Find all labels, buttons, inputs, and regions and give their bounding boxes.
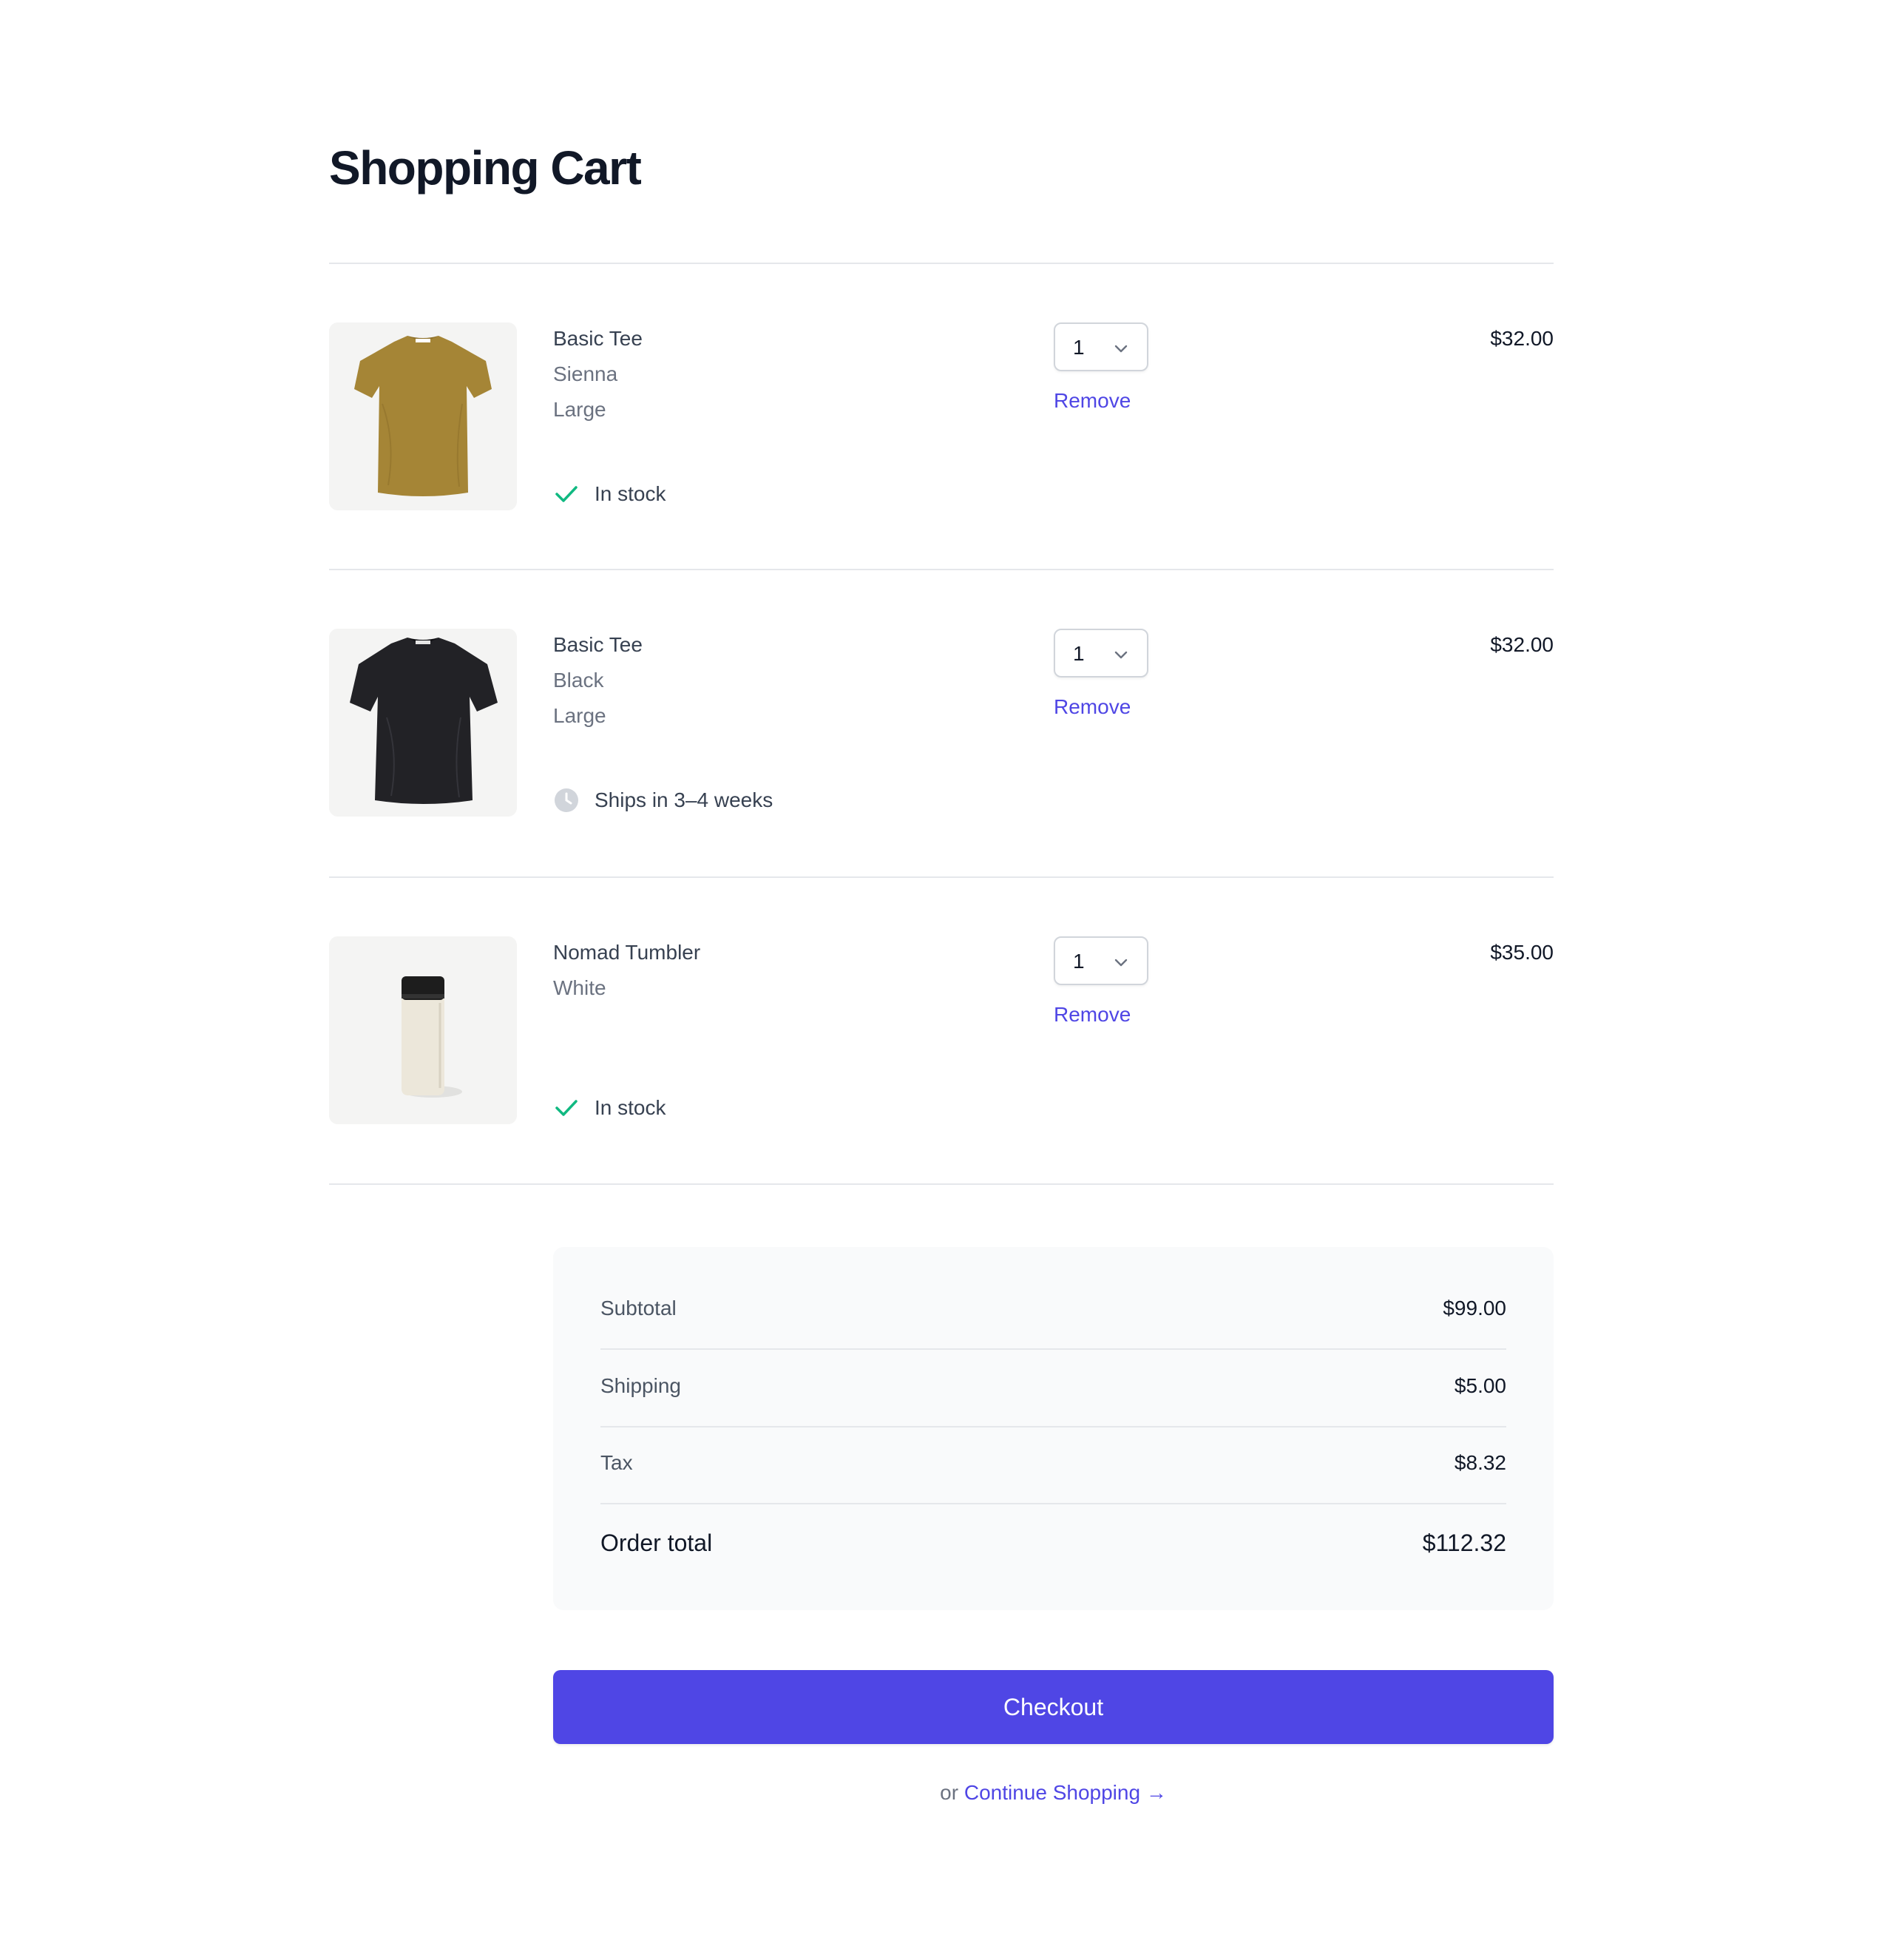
- quantity-value: 1: [1073, 950, 1085, 973]
- tumbler-white-image: [329, 936, 517, 1124]
- tshirt-black-image: [329, 629, 517, 817]
- divider: [329, 569, 1554, 570]
- summary-divider: [600, 1348, 1506, 1350]
- stock-status: In stock: [553, 479, 666, 509]
- tax-value: $8.32: [1454, 1451, 1506, 1474]
- page-title: Shopping Cart: [329, 141, 642, 195]
- product-name: Nomad Tumbler: [553, 941, 701, 964]
- chevron-down-icon: [1113, 340, 1129, 356]
- product-image: [329, 936, 517, 1124]
- continue-shopping: or Continue Shopping →: [553, 1778, 1554, 1808]
- divider: [329, 1183, 1554, 1185]
- order-summary: Subtotal $99.00 Shipping $5.00 Tax $8.32…: [553, 1247, 1554, 1610]
- stock-status: In stock: [553, 1093, 666, 1123]
- subtotal-value: $99.00: [1443, 1297, 1506, 1319]
- quantity-select[interactable]: 1: [1054, 322, 1148, 371]
- checkout-button[interactable]: Checkout: [553, 1670, 1554, 1744]
- subtotal-row: Subtotal $99.00: [600, 1294, 1506, 1323]
- status-text: Ships in 3–4 weeks: [595, 788, 773, 811]
- product-size: Large: [553, 398, 606, 421]
- shipping-label: Shipping: [600, 1374, 681, 1397]
- summary-divider: [600, 1426, 1506, 1427]
- cart-item: Basic Tee Black Large Ships in 3–4 weeks…: [329, 629, 1554, 817]
- order-total-value: $112.32: [1422, 1530, 1506, 1556]
- quantity-select[interactable]: 1: [1054, 936, 1148, 985]
- tax-label: Tax: [600, 1451, 633, 1474]
- status-text: In stock: [595, 1096, 666, 1119]
- remove-button[interactable]: Remove: [1054, 692, 1131, 722]
- product-color: Black: [553, 669, 604, 692]
- order-total-row: Order total $112.32: [600, 1528, 1506, 1561]
- clock-icon: [553, 787, 580, 814]
- subtotal-label: Subtotal: [600, 1297, 677, 1319]
- cart-item: Nomad Tumbler White In stock 1 Remove $3…: [329, 936, 1554, 1124]
- page: Shopping Cart Basic Tee Sienna Large In …: [0, 0, 1893, 1960]
- chevron-down-icon: [1113, 646, 1129, 663]
- product-image: [329, 629, 517, 817]
- chevron-down-icon: [1113, 954, 1129, 970]
- remove-button[interactable]: Remove: [1054, 386, 1131, 416]
- product-color: Sienna: [553, 362, 618, 385]
- product-color: White: [553, 976, 606, 999]
- tax-row: Tax $8.32: [600, 1448, 1506, 1478]
- check-icon: [553, 481, 580, 507]
- continue-prefix: or: [940, 1781, 959, 1804]
- divider: [329, 876, 1554, 878]
- product-size: Large: [553, 704, 606, 727]
- tshirt-sienna-image: [329, 322, 517, 510]
- product-image: [329, 322, 517, 510]
- check-icon: [553, 1095, 580, 1121]
- cart-item: Basic Tee Sienna Large In stock 1 Remove…: [329, 322, 1554, 510]
- product-name: Basic Tee: [553, 633, 643, 656]
- remove-button[interactable]: Remove: [1054, 1000, 1131, 1030]
- item-price: $32.00: [1490, 327, 1554, 350]
- divider: [329, 263, 1554, 264]
- quantity-select[interactable]: 1: [1054, 629, 1148, 677]
- continue-shopping-link[interactable]: Continue Shopping →: [964, 1781, 1167, 1804]
- status-text: In stock: [595, 482, 666, 505]
- shipping-value: $5.00: [1454, 1374, 1506, 1397]
- item-price: $35.00: [1490, 941, 1554, 964]
- product-name: Basic Tee: [553, 327, 643, 350]
- shipping-row: Shipping $5.00: [600, 1371, 1506, 1401]
- order-total-label: Order total: [600, 1530, 713, 1556]
- stock-status: Ships in 3–4 weeks: [553, 785, 773, 815]
- quantity-value: 1: [1073, 642, 1085, 665]
- quantity-value: 1: [1073, 336, 1085, 359]
- summary-divider: [600, 1503, 1506, 1504]
- item-price: $32.00: [1490, 633, 1554, 656]
